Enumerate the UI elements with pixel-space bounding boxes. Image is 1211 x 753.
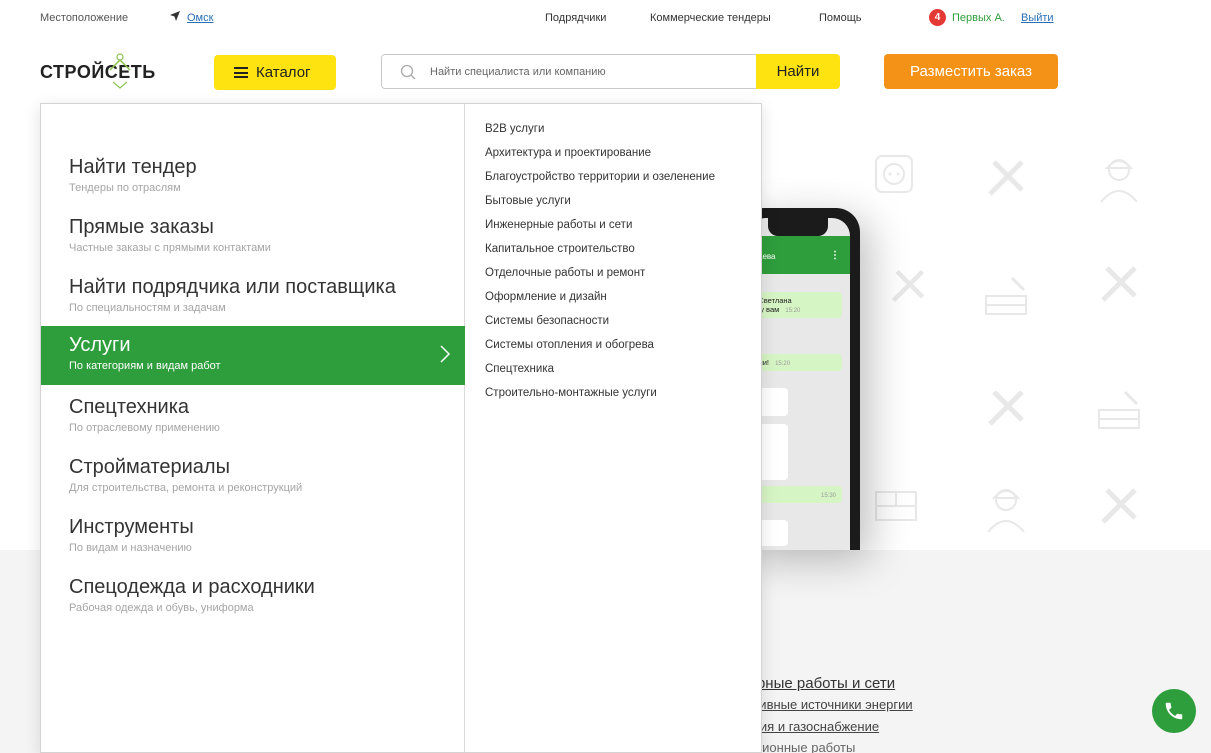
chat-message: рали! 15:20 (748, 354, 842, 371)
call-button[interactable] (1152, 689, 1196, 733)
notifications-badge[interactable]: 4 (929, 9, 946, 26)
category-title: Найти тендер (69, 156, 197, 178)
category-direct-orders[interactable]: Прямые заказы Частные заказы с прямыми к… (41, 216, 465, 275)
category-subtitle: Для строительства, ремонта и реконструкц… (69, 482, 303, 494)
catalog-button[interactable]: Каталог (214, 55, 336, 90)
nav-contractors-link[interactable]: Подрядчики (545, 12, 606, 24)
catalog-categories: Найти тендер Тендеры по отраслям Прямые … (41, 104, 465, 752)
logo-house-icon (109, 53, 131, 89)
category-workwear[interactable]: Спецодежда и расходники Рабочая одежда и… (41, 576, 465, 635)
subcategory-link[interactable]: Системы безопасности (485, 314, 755, 328)
subcategory-link[interactable]: Оформление и дизайн (485, 290, 755, 304)
category-subtitle: Частные заказы с прямыми контактами (69, 242, 271, 254)
category-title: Спецодежда и расходники (69, 576, 315, 598)
category-special-equipment[interactable]: Спецтехника По отраслевому применению (41, 396, 465, 455)
worker-icon-2 (987, 489, 1025, 532)
subcategory-link[interactable]: Отделочные работы и ремонт (485, 266, 755, 280)
catalog-button-label: Каталог (256, 64, 311, 81)
category-find-tender[interactable]: Найти тендер Тендеры по отраслям (41, 156, 465, 215)
search-input[interactable] (430, 55, 750, 88)
brick-trowel-icon (985, 276, 1027, 315)
category-building-materials[interactable]: Стройматериалы Для строительства, ремонт… (41, 456, 465, 515)
category-subtitle: По видам и назначению (69, 542, 192, 554)
chat-message: 15:30 (748, 486, 842, 503)
phone-screen: аева ⋮ е, Светлана ишу вам 15:20 рали! 1… (748, 218, 850, 550)
subcategory-link[interactable]: Бытовые услуги (485, 194, 755, 208)
subcategory-link[interactable]: B2B услуги (485, 122, 755, 136)
tools-icon-5 (1101, 488, 1137, 524)
chat-message: е, Светлана ишу вам 15:20 (748, 292, 842, 318)
tools-icon-4 (988, 390, 1024, 426)
location-label: Местоположение (40, 12, 129, 24)
services-subcategories: B2B услуги Архитектура и проектирование … (485, 122, 755, 410)
chevron-right-icon (440, 345, 451, 363)
worker-icon (1100, 159, 1138, 202)
category-subtitle: По отраслевому применению (69, 422, 220, 434)
tools-icon (988, 160, 1024, 196)
subcategory-link[interactable]: Инженерные работы и сети (485, 218, 755, 232)
tools-icon-3 (1101, 266, 1137, 302)
user-name-link[interactable]: Первых А. (952, 12, 1005, 24)
phone-icon (1165, 702, 1183, 720)
top-bar: Местоположение Омск Подрядчики Коммерчес… (0, 0, 1211, 38)
nav-help-link[interactable]: Помощь (819, 12, 862, 24)
logo-text: СТРОЙСЕТЬ (40, 62, 156, 82)
subcategory-link[interactable]: Благоустройство территории и озеленение (485, 170, 755, 184)
category-title: Стройматериалы (69, 456, 230, 478)
chat-header: аева ⋮ (748, 236, 850, 274)
category-title: Услуги (69, 334, 131, 356)
place-order-button[interactable]: Разместить заказ (884, 54, 1058, 89)
burger-icon (234, 67, 248, 78)
category-subtitle: Рабочая одежда и обувь, униформа (69, 602, 254, 614)
subcategory-link[interactable]: Строительно-монтажные услуги (485, 386, 755, 400)
category-subtitle: По специальностям и задачам (69, 302, 226, 314)
category-title: Найти подрядчика или поставщика (69, 276, 396, 298)
phone-notch (768, 218, 828, 236)
category-title: Инструменты (69, 516, 194, 538)
category-subtitle: По категориям и видам работ (69, 360, 221, 372)
category-tools[interactable]: Инструменты По видам и назначению (41, 516, 465, 575)
category-services[interactable]: Услуги По категориям и видам работ (41, 326, 465, 385)
socket-icon (875, 155, 913, 193)
logout-link[interactable]: Выйти (1021, 12, 1054, 24)
brick-icon (875, 491, 917, 521)
category-subtitle: Тендеры по отраслям (69, 182, 181, 194)
city-link[interactable]: Омск (187, 12, 213, 24)
category-title: Прямые заказы (69, 216, 214, 238)
catalog-dropdown: Найти тендер Тендеры по отраслям Прямые … (40, 103, 762, 753)
category-title: Спецтехника (69, 396, 189, 418)
search-icon (400, 64, 416, 80)
subcategory-link[interactable]: Капитальное строительство (485, 242, 755, 256)
location-arrow-icon (170, 11, 180, 21)
subcategory-link[interactable]: Спецтехника (485, 362, 755, 376)
tools-icon-2 (891, 269, 925, 303)
subcategory-link[interactable]: Архитектура и проектирование (485, 146, 755, 160)
brick-trowel-icon-2 (1098, 390, 1140, 429)
nav-tenders-link[interactable]: Коммерческие тендеры (650, 12, 771, 24)
subcategory-link[interactable]: Системы отопления и обогрева (485, 338, 755, 352)
more-icon: ⋮ (830, 250, 840, 261)
logo[interactable]: СТРОЙСЕТЬ (40, 53, 180, 92)
search-button[interactable]: Найти (756, 54, 840, 89)
